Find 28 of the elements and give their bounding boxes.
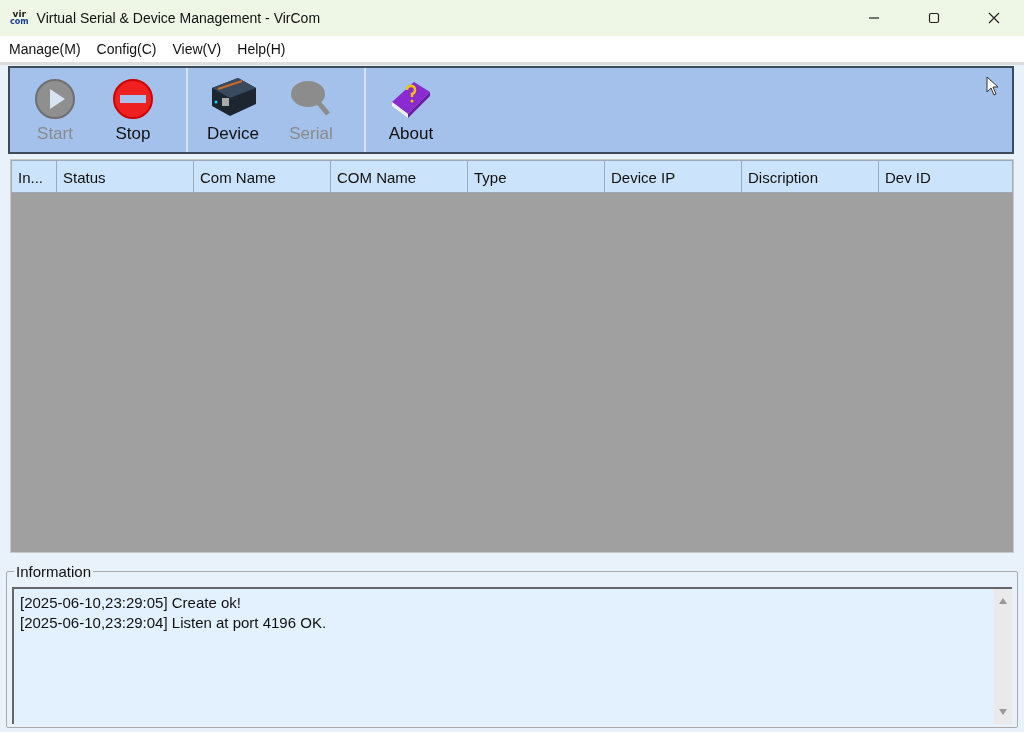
- column-header[interactable]: Type: [468, 161, 605, 192]
- scrollbar[interactable]: [994, 589, 1012, 724]
- group-title: Information: [14, 563, 94, 580]
- stop-button[interactable]: Stop: [94, 68, 172, 152]
- menu-item[interactable]: Manage(M): [2, 41, 90, 57]
- scroll-up-icon[interactable]: [998, 597, 1008, 605]
- column-header[interactable]: In...: [12, 161, 57, 192]
- menu-item[interactable]: View(V): [165, 41, 231, 57]
- column-header[interactable]: Device IP: [605, 161, 742, 192]
- maximize-icon: [928, 12, 940, 24]
- menu-item[interactable]: Help(H): [230, 41, 295, 57]
- scroll-down-icon[interactable]: [998, 708, 1008, 716]
- log-line: [2025-06-10,23:29:04] Listen at port 4196 OK.: [20, 613, 328, 633]
- device-button[interactable]: Device: [194, 68, 272, 152]
- stop-icon: [112, 78, 154, 120]
- column-header[interactable]: Com Name: [194, 161, 331, 192]
- menu-item[interactable]: Config(C): [89, 41, 166, 57]
- column-header[interactable]: COM Name: [331, 161, 468, 192]
- close-icon: [988, 12, 1000, 24]
- pointer-icon: [986, 76, 1000, 96]
- play-icon: [34, 78, 76, 120]
- window-title: Virtual Serial & Device Management - VirCom: [36, 10, 321, 26]
- column-header[interactable]: Dev ID: [879, 161, 1012, 192]
- about-button[interactable]: About: [372, 68, 450, 152]
- log-line: [2025-06-10,23:29:05] Create ok!: [20, 593, 242, 613]
- column-header[interactable]: Status: [57, 161, 194, 192]
- app-logo: vir com: [10, 10, 29, 26]
- column-header[interactable]: Discription: [742, 161, 879, 192]
